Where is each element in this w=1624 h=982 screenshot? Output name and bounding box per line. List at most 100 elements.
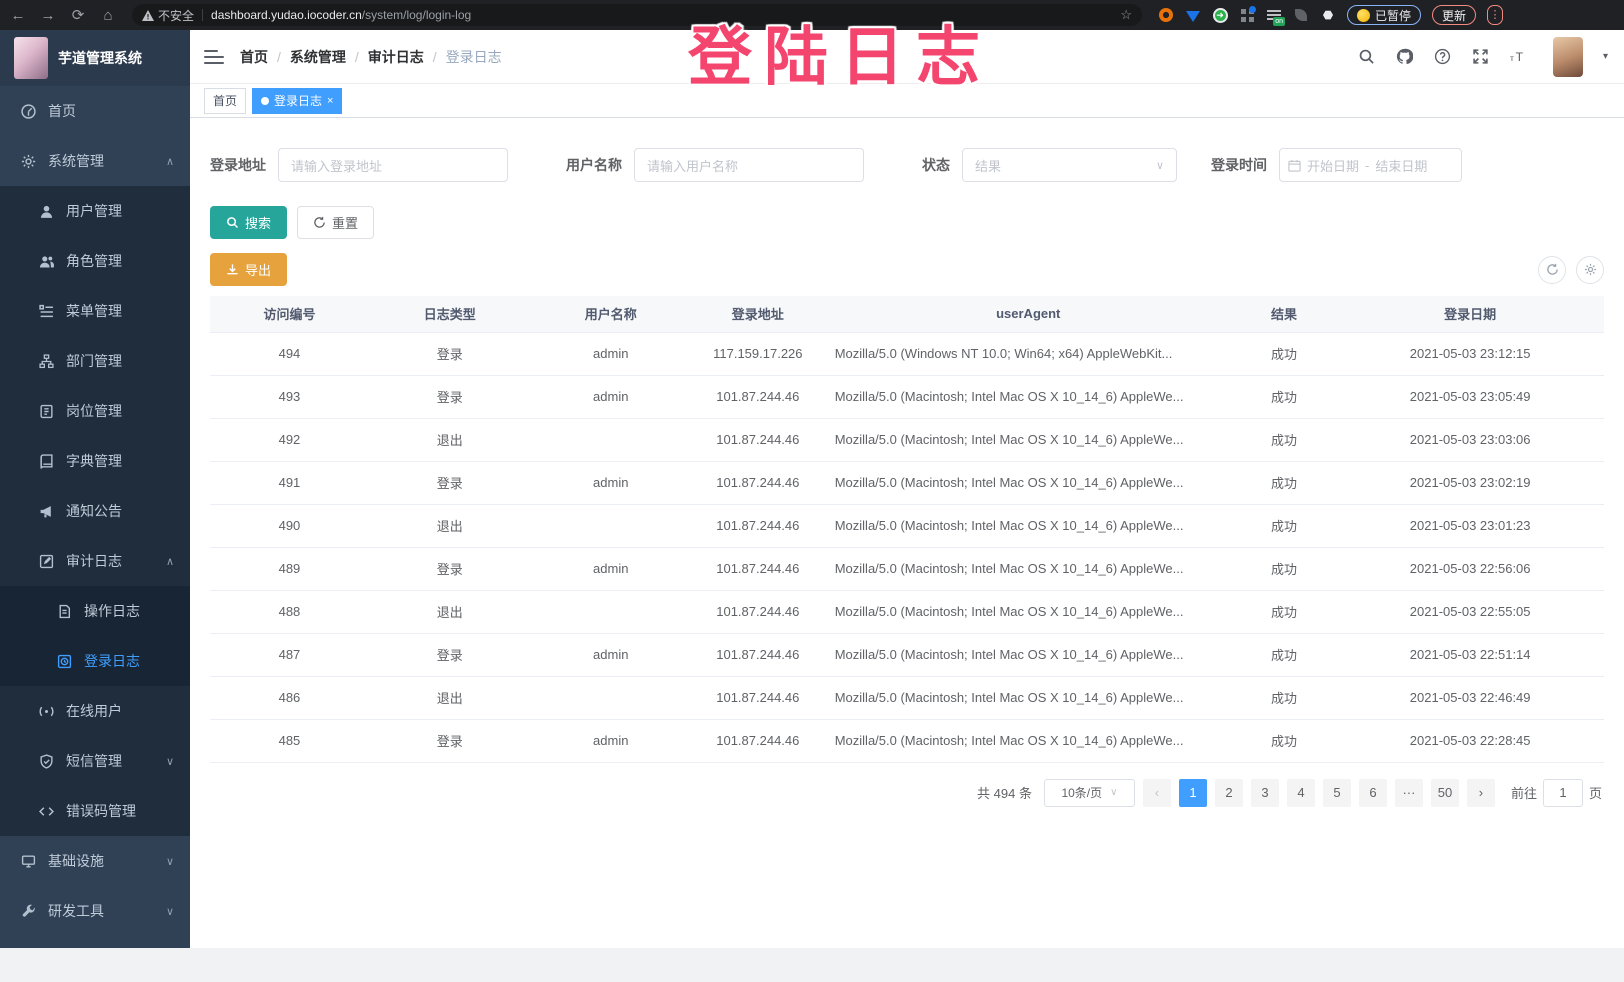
chevron-down-icon[interactable]: ▾	[1603, 51, 1608, 62]
breadcrumb-item[interactable]: 系统管理	[290, 47, 346, 67]
export-button[interactable]: 导出	[210, 253, 287, 286]
breadcrumb-separator: /	[433, 49, 437, 65]
status-label: 状态	[922, 155, 950, 175]
sidebar-item-home[interactable]: 首页	[0, 86, 190, 136]
reload-icon[interactable]: ⟳	[68, 6, 88, 24]
gear-icon	[20, 153, 36, 169]
extension-list-icon[interactable]: on	[1266, 7, 1282, 23]
sidebar-item-role[interactable]: 角色管理	[0, 236, 190, 286]
column-settings-button[interactable]	[1576, 256, 1604, 284]
sidebar-item-sms[interactable]: 短信管理∨	[0, 736, 190, 786]
extension-gem-icon[interactable]	[1185, 7, 1201, 23]
page-button-4[interactable]: 4	[1287, 779, 1315, 807]
tab-首页[interactable]: 首页	[204, 88, 246, 114]
login-time-range-picker[interactable]: 开始日期 - 结束日期	[1279, 148, 1462, 182]
cell: 486	[210, 676, 369, 719]
update-button[interactable]: 更新	[1432, 5, 1476, 25]
cell: Mozilla/5.0 (Macintosh; Intel Mac OS X 1…	[825, 633, 1232, 676]
cell: 2021-05-03 22:51:14	[1336, 633, 1604, 676]
sidebar-item-operate-log[interactable]: 操作日志	[0, 586, 190, 636]
sidebar-item-dict[interactable]: 字典管理	[0, 436, 190, 486]
active-dot-icon	[261, 97, 269, 105]
sidebar-item-label: 登录日志	[84, 651, 140, 671]
sidebar-item-infra[interactable]: 基础设施∨	[0, 836, 190, 886]
paused-badge[interactable]: 已暂停	[1347, 5, 1421, 25]
prev-page-button[interactable]: ‹	[1143, 779, 1171, 807]
sidebar-item-dev-tools[interactable]: 研发工具∨	[0, 886, 190, 936]
page-button-50[interactable]: 50	[1431, 779, 1459, 807]
sidebar-item-user[interactable]: 用户管理	[0, 186, 190, 236]
table-row: 485登录admin101.87.244.46Mozilla/5.0 (Maci…	[210, 719, 1604, 762]
hamburger-icon[interactable]	[204, 50, 224, 64]
extensions-puzzle-icon[interactable]: ⬣	[1320, 7, 1336, 23]
org-tree-icon	[38, 353, 54, 369]
cell: 成功	[1232, 676, 1337, 719]
sidebar-item-post[interactable]: 岗位管理	[0, 386, 190, 436]
page-size-select[interactable]: 10条/页∨	[1044, 779, 1135, 807]
next-page-button[interactable]: ›	[1467, 779, 1495, 807]
annotation-overlay: 登陆日志	[688, 6, 992, 98]
sidebar-item-notice[interactable]: 通知公告	[0, 486, 190, 536]
page-button-3[interactable]: 3	[1251, 779, 1279, 807]
svg-text:T: T	[1516, 50, 1524, 64]
main-area: 首页/系统管理/审计日志/登录日志 тT ▾ 首页登录日志× 登录地址 请输入登…	[190, 30, 1624, 948]
sidebar-item-label: 在线用户	[66, 701, 122, 721]
reset-button[interactable]: 重置	[297, 206, 374, 239]
goto-page-input[interactable]	[1543, 779, 1583, 807]
sidebar-item-online-user[interactable]: 在线用户	[0, 686, 190, 736]
sidebar-item-login-log[interactable]: 登录日志	[0, 636, 190, 686]
extension-grid-icon[interactable]	[1239, 7, 1255, 23]
sidebar-item-menu[interactable]: 菜单管理	[0, 286, 190, 336]
extension-orange-icon[interactable]	[1158, 7, 1174, 23]
refresh-table-button[interactable]	[1538, 256, 1566, 284]
sidebar-item-label: 首页	[48, 101, 76, 121]
back-icon[interactable]: ←	[8, 7, 28, 24]
page-button-6[interactable]: 6	[1359, 779, 1387, 807]
login-address-input[interactable]: 请输入登录地址	[278, 148, 508, 182]
extension-green-icon[interactable]: ➜	[1212, 7, 1228, 23]
sidebar-item-dept[interactable]: 部门管理	[0, 336, 190, 386]
help-icon[interactable]	[1433, 47, 1453, 67]
cell: Mozilla/5.0 (Macintosh; Intel Mac OS X 1…	[825, 504, 1232, 547]
sidebar-item-label: 基础设施	[48, 851, 104, 871]
book-icon	[38, 453, 54, 469]
username-input[interactable]: 请输入用户名称	[634, 148, 864, 182]
cell: 489	[210, 547, 369, 590]
breadcrumb-item: 登录日志	[446, 47, 502, 67]
sidebar-item-system[interactable]: 系统管理∧	[0, 136, 190, 186]
cell: 成功	[1232, 332, 1337, 375]
calendar-icon	[1288, 159, 1301, 172]
sidebar-item-label: 字典管理	[66, 451, 122, 471]
browser-menu-icon[interactable]: ⋮	[1487, 5, 1503, 25]
breadcrumb-item[interactable]: 首页	[240, 47, 268, 67]
forward-icon[interactable]: →	[38, 7, 58, 24]
sidebar-item-label: 操作日志	[84, 601, 140, 621]
security-warning[interactable]: 不安全	[142, 7, 194, 24]
page-button-1[interactable]: 1	[1179, 779, 1207, 807]
extension-leaf-icon[interactable]	[1293, 7, 1309, 23]
close-icon[interactable]: ×	[327, 95, 333, 107]
page-button-2[interactable]: 2	[1215, 779, 1243, 807]
sidebar-item-audit-log[interactable]: 审计日志∧	[0, 536, 190, 586]
cell: 2021-05-03 23:12:15	[1336, 332, 1604, 375]
edit-log-icon	[38, 553, 54, 569]
cell: Mozilla/5.0 (Macintosh; Intel Mac OS X 1…	[825, 547, 1232, 590]
search-button[interactable]: 搜索	[210, 206, 287, 239]
breadcrumb-item[interactable]: 审计日志	[368, 47, 424, 67]
bookmark-star-icon[interactable]: ☆	[1120, 7, 1132, 23]
tab-登录日志[interactable]: 登录日志×	[252, 88, 342, 114]
logo-bar[interactable]: 芋道管理系统	[0, 30, 190, 86]
page-button-5[interactable]: 5	[1323, 779, 1351, 807]
more-pages-button[interactable]: ···	[1395, 779, 1423, 807]
sidebar-item-error-code[interactable]: 错误码管理	[0, 786, 190, 836]
search-icon[interactable]	[1357, 47, 1377, 67]
home-icon[interactable]: ⌂	[98, 7, 118, 24]
font-size-icon[interactable]: тT	[1509, 47, 1529, 67]
github-icon[interactable]	[1395, 47, 1415, 67]
cell: 成功	[1232, 633, 1337, 676]
column-header: 用户名称	[531, 296, 691, 332]
status-select[interactable]: 结果∨	[962, 148, 1177, 182]
user-avatar[interactable]	[1553, 37, 1583, 77]
sidebar-item-label: 部门管理	[66, 351, 122, 371]
fullscreen-icon[interactable]	[1471, 47, 1491, 67]
